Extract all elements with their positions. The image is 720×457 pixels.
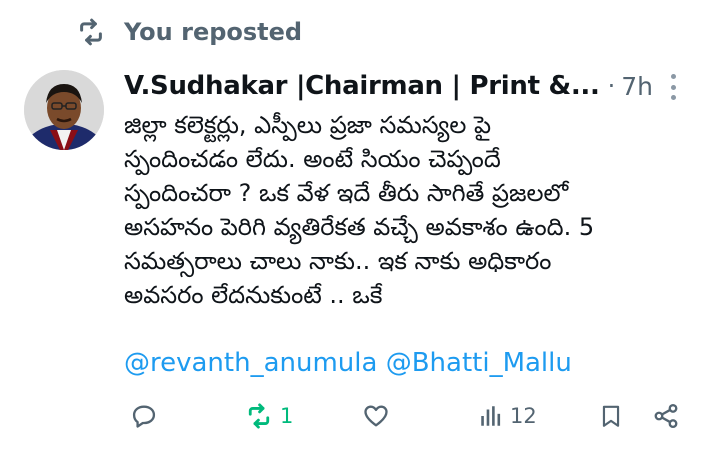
- repost-icon: [74, 17, 108, 47]
- more-options-icon[interactable]: [668, 74, 678, 100]
- mentions-line: @revanth_anumula @Bhatti_Mallu: [124, 346, 704, 380]
- mention-link-bhatti[interactable]: @Bhatti_Mallu: [386, 348, 572, 378]
- action-bar: 1 12: [124, 396, 690, 436]
- mention-link-revanth[interactable]: @revanth_anumula: [124, 348, 377, 378]
- tweet-text-line: అవసరం లేదనుకుంటే .. ఒకే: [124, 281, 383, 309]
- author-name[interactable]: V.Sudhakar |Chairman | Print &...: [124, 71, 600, 101]
- views-button[interactable]: 12: [478, 396, 537, 436]
- tweet-text-line: జిల్లా కలెక్టర్లు, ఎస్పీలు ప్రజా సమస్యల …: [124, 111, 492, 139]
- repost-action-icon: [244, 402, 274, 430]
- views-count: 12: [510, 404, 537, 428]
- views-icon: [478, 402, 504, 430]
- share-icon: [652, 402, 680, 430]
- repost-label: You reposted: [124, 18, 303, 46]
- tweet-text-line: సమత్సరాలు చాలు నాకు.. ఇక నాకు అధికారం: [124, 247, 552, 275]
- tweet-text: జిల్లా కలెక్టర్లు, ఎస్పీలు ప్రజా సమస్యల …: [124, 108, 704, 312]
- avatar[interactable]: [24, 70, 104, 150]
- bookmark-button[interactable]: [598, 396, 624, 436]
- tweet-text-line: అసహనం పెరిగి వ్యతిరేకత వచ్చే అవకాశం ఉంది…: [124, 213, 595, 241]
- heart-icon: [362, 402, 390, 430]
- repost-button[interactable]: 1: [244, 396, 293, 436]
- like-button[interactable]: [362, 396, 396, 436]
- timestamp[interactable]: 7h: [621, 72, 653, 101]
- share-button[interactable]: [652, 396, 680, 436]
- tweet-text-line: స్పందించడం లేదు. అంటే సియం చెప్పందే: [124, 145, 501, 173]
- bookmark-icon: [598, 402, 624, 430]
- separator-dot: ·: [607, 72, 616, 100]
- reply-button[interactable]: [130, 396, 164, 436]
- tweet-text-line: స్పందించరా ? ఒక వేళ ఇదే తీరు సాగితే ప్రజ…: [124, 179, 569, 207]
- tweet-header: V.Sudhakar |Chairman | Print &... · 7h: [124, 66, 704, 106]
- repost-count: 1: [280, 404, 294, 428]
- repost-context: You reposted: [74, 14, 302, 50]
- reply-icon: [130, 402, 158, 430]
